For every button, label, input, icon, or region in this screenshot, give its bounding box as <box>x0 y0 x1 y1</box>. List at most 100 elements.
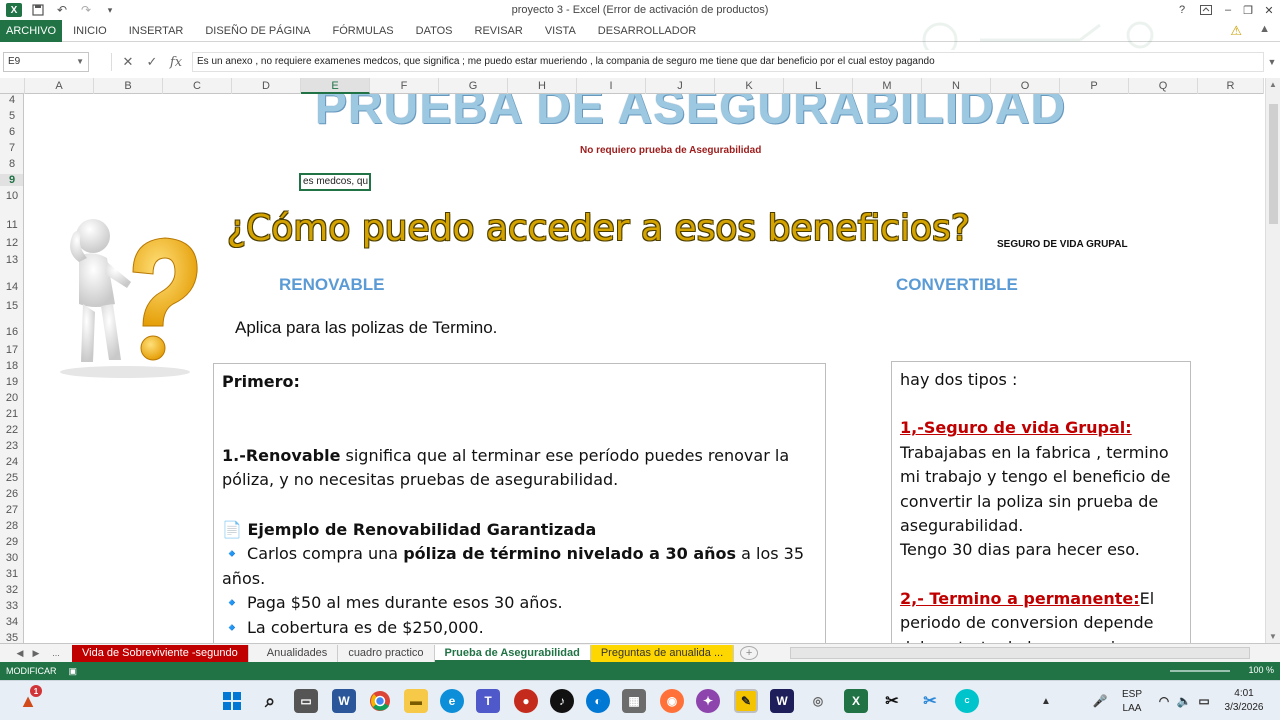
formula-input[interactable]: Es un anexo , no requiere examenes medco… <box>192 52 1264 72</box>
ribbon-display-options-icon[interactable] <box>1196 2 1216 18</box>
column-header[interactable]: C <box>163 78 232 94</box>
tab-insertar[interactable]: INSERTAR <box>118 20 195 42</box>
tab-revisar[interactable]: REVISAR <box>464 20 534 42</box>
copilot-icon[interactable]: ✦ <box>696 689 720 713</box>
column-header[interactable]: N <box>922 78 991 94</box>
more-sheets-ellipsis[interactable]: ... <box>44 648 68 658</box>
tab-vista[interactable]: VISTA <box>534 20 587 42</box>
column-header[interactable]: G <box>439 78 508 94</box>
enter-icon[interactable]: ✓ <box>140 54 164 70</box>
row-header-active[interactable]: 9 <box>0 174 23 186</box>
row-header[interactable]: 12 <box>0 237 23 249</box>
close-button[interactable]: ✕ <box>1259 2 1279 18</box>
row-header[interactable]: 8 <box>0 158 23 170</box>
row-header[interactable]: 27 <box>0 504 23 516</box>
battery-icon[interactable]: ▭ <box>1192 689 1216 713</box>
add-sheet-icon[interactable]: + <box>740 646 759 660</box>
cancel-icon[interactable]: ✕ <box>116 54 140 70</box>
row-header[interactable]: 19 <box>0 376 23 388</box>
column-header[interactable]: I <box>577 78 646 94</box>
microphone-icon[interactable]: 🎤 <box>1088 689 1112 713</box>
insert-function-icon[interactable]: fx <box>164 55 188 70</box>
edge-icon[interactable]: e <box>440 689 464 713</box>
column-header[interactable]: O <box>991 78 1060 94</box>
row-header[interactable]: 32 <box>0 584 23 596</box>
row-header[interactable]: 29 <box>0 536 23 548</box>
row-header[interactable]: 7 <box>0 142 23 154</box>
chevron-down-icon[interactable]: ▼ <box>76 53 84 71</box>
zoom-slider[interactable] <box>1170 670 1230 672</box>
tab-formulas[interactable]: FÓRMULAS <box>322 20 405 42</box>
row-header[interactable]: 18 <box>0 360 23 372</box>
column-header[interactable]: F <box>370 78 439 94</box>
column-header[interactable]: L <box>784 78 853 94</box>
media-app-icon[interactable]: ● <box>514 689 538 713</box>
active-cell-editor[interactable]: es medcos, qu <box>299 173 371 191</box>
row-header[interactable]: 4 <box>0 94 23 106</box>
canva-icon[interactable]: C <box>955 689 979 713</box>
row-header[interactable]: 17 <box>0 344 23 356</box>
zoom-level[interactable]: 100 % <box>1248 665 1274 675</box>
customize-quick-access-icon[interactable]: ▾ <box>102 2 118 18</box>
vertical-scrollbar[interactable]: ▲ ▼ <box>1265 78 1280 643</box>
row-header[interactable]: 35 <box>0 632 23 643</box>
sheet-tab-prueba-asegurabilidad[interactable]: Prueba de Asegurabilidad <box>434 644 591 662</box>
row-header[interactable]: 28 <box>0 520 23 532</box>
input-language[interactable]: ESP <box>1120 689 1144 700</box>
tab-archivo[interactable]: ARCHIVO <box>0 19 63 42</box>
keyboard-layout[interactable]: LAA <box>1120 703 1144 714</box>
column-header[interactable]: P <box>1060 78 1129 94</box>
row-header[interactable]: 11 <box>0 219 23 231</box>
horizontal-scrollbar[interactable] <box>790 647 1250 659</box>
tab-inicio[interactable]: INICIO <box>62 20 118 42</box>
folder-icon[interactable]: ▬ <box>404 689 428 713</box>
sheet-tab-vida-sobreviviente[interactable]: Vida de Sobreviviente -segundo <box>72 644 249 662</box>
scroll-up-icon[interactable]: ▲ <box>1269 80 1277 89</box>
row-header[interactable]: 6 <box>0 126 23 138</box>
video-editor-icon[interactable]: W <box>770 689 794 713</box>
snipping-tool-icon[interactable]: ✂ <box>918 689 942 713</box>
redo-icon[interactable]: ↷ <box>78 2 94 18</box>
subtitle-cell[interactable]: No requiero prueba de Asegurabilidad <box>580 145 761 156</box>
column-header[interactable]: K <box>715 78 784 94</box>
column-header[interactable]: D <box>232 78 301 94</box>
worksheet[interactable]: PRUEBA DE ASEGURABILIDAD No requiero pru… <box>25 94 1264 643</box>
teams-icon[interactable]: T <box>476 689 500 713</box>
seguro-grupal-label[interactable]: SEGURO DE VIDA GRUPAL <box>997 239 1128 250</box>
scroll-down-icon[interactable]: ▼ <box>1269 632 1277 641</box>
row-header[interactable]: 30 <box>0 552 23 564</box>
row-header[interactable]: 5 <box>0 110 23 122</box>
prev-sheet-icon[interactable]: ◀ <box>12 648 28 659</box>
undo-icon[interactable]: ↶ <box>54 2 70 18</box>
column-header[interactable]: J <box>646 78 715 94</box>
clock-time[interactable]: 4:01 <box>1228 688 1260 699</box>
windows-start-icon[interactable] <box>220 689 244 713</box>
row-header[interactable]: 22 <box>0 424 23 436</box>
calculator-app-icon[interactable]: ▦ <box>622 689 646 713</box>
word-icon[interactable]: W <box>332 689 356 713</box>
tab-desarrollador[interactable]: DESARROLLADOR <box>587 20 707 42</box>
convertible-heading[interactable]: CONVERTIBLE <box>896 275 1018 295</box>
chrome-icon[interactable] <box>368 689 392 713</box>
sheet-tab-anualidades[interactable]: Anualidades <box>257 644 339 662</box>
circle-app-icon[interactable]: ◎ <box>806 689 830 713</box>
clock-date[interactable]: 3/3/2026 <box>1218 702 1270 713</box>
row-header[interactable]: 25 <box>0 472 23 484</box>
row-header[interactable]: 34 <box>0 616 23 628</box>
row-header[interactable]: 10 <box>0 190 23 202</box>
renovable-textbox[interactable]: Primero: 1.-Renovable significa que al t… <box>213 363 826 643</box>
row-header[interactable]: 31 <box>0 568 23 580</box>
column-header-active[interactable]: E <box>301 78 370 94</box>
tab-diseno-de-pagina[interactable]: DISEÑO DE PÁGINA <box>194 20 321 42</box>
firefox-icon[interactable]: ◉ <box>660 689 684 713</box>
prueba-title-wordart[interactable]: PRUEBA DE ASEGURABILIDAD <box>315 94 1066 135</box>
column-header[interactable]: M <box>853 78 922 94</box>
select-all-corner[interactable] <box>0 78 25 94</box>
show-hidden-icons-icon[interactable]: ▲ <box>1034 689 1058 713</box>
question-heading-wordart[interactable]: ¿Cómo puedo acceder a esos beneficios? <box>227 208 970 249</box>
sticky-notes-icon[interactable]: ✎ <box>734 689 758 713</box>
help-button[interactable]: ? <box>1172 2 1192 18</box>
file-explorer-icon[interactable]: ▭ <box>294 689 318 713</box>
aplica-text[interactable]: Aplica para las polizas de Termino. <box>235 318 497 338</box>
convertible-textbox[interactable]: hay dos tipos : 1,-Seguro de vida Grupal… <box>891 361 1191 643</box>
